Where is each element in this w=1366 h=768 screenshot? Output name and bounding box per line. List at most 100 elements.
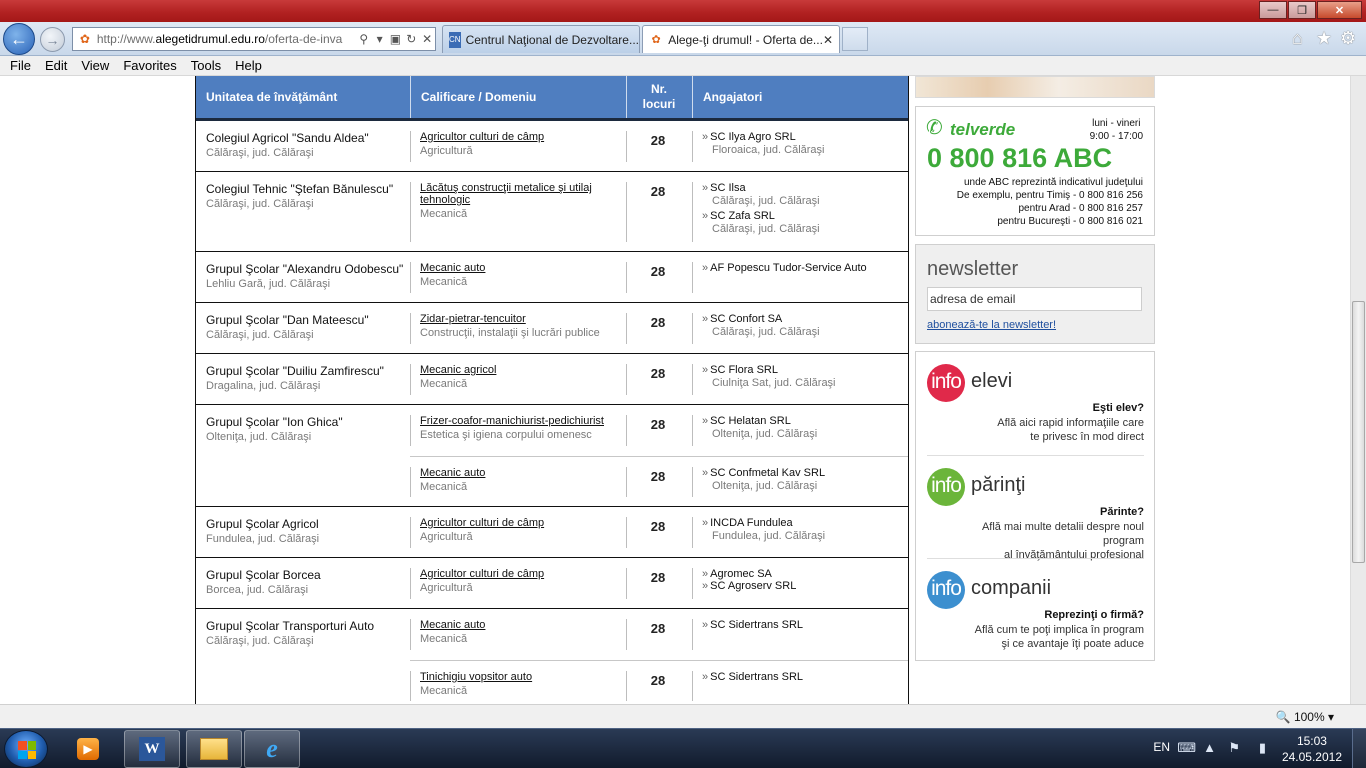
ie-taskbar-button[interactable]: e bbox=[244, 730, 300, 768]
info-parinti-title[interactable]: părinţi bbox=[971, 474, 1025, 497]
qualification-link[interactable]: Tinichigiu vopsitor auto bbox=[420, 671, 620, 683]
qualification-group: Mecanic auto Mecanică 28 » SC Sidertrans SRL… bbox=[410, 609, 908, 704]
qualification-link[interactable]: Mecanic auto bbox=[420, 262, 620, 274]
school-location: Dragalina, jud. Călăraşi bbox=[206, 380, 321, 392]
info-elevi-title[interactable]: elevi bbox=[971, 370, 1012, 393]
qualification-link[interactable]: Agricultor culturi de câmp bbox=[420, 131, 620, 143]
qualification-group: Agricultor culturi de câmp Agricultură 28 »… bbox=[410, 507, 908, 558]
qualification-row: Agricultor culturi de câmp Agricultură 28 »… bbox=[410, 121, 908, 172]
table-row: Grupul Şcolar "Duiliu Zamfirescu" Dragali… bbox=[196, 354, 908, 405]
places-count: 28 bbox=[650, 621, 666, 636]
qualification-row: Mecanic auto Mecanică 28 » AF Popescu Tudor-… bbox=[410, 252, 908, 303]
telverde-box: ✆ telverde luni - vineri 9:00 - 17:00 0 … bbox=[915, 106, 1155, 236]
qualification-link[interactable]: Mecanic auto bbox=[420, 619, 620, 631]
forward-button[interactable]: → bbox=[40, 27, 65, 52]
tools-gear-icon[interactable]: ⚙ bbox=[1340, 28, 1356, 49]
column-divider bbox=[692, 619, 693, 650]
menu-help[interactable]: Help bbox=[228, 58, 269, 73]
tab-label: Centrul Naţional de Dezvoltare... bbox=[465, 32, 639, 47]
scrollbar-thumb[interactable] bbox=[1352, 301, 1365, 563]
info-elevi-block[interactable]: info elevi Eşti elev? Află aici rapid in… bbox=[927, 352, 1144, 452]
qualification-link[interactable]: Zidar-pietrar-tencuitor bbox=[420, 313, 620, 325]
column-divider bbox=[692, 568, 693, 599]
refresh-icon[interactable]: ↻ bbox=[403, 32, 419, 46]
qualification-cell: Frizer-coafor-manichiurist-pedichiurist E… bbox=[420, 415, 620, 441]
dropdown-arrow-icon[interactable]: ▾ bbox=[372, 32, 388, 46]
back-button[interactable]: ← bbox=[3, 23, 35, 55]
newsletter-subscribe-link[interactable]: abonează-te la newsletter! bbox=[927, 319, 1056, 331]
qualification-row: Frizer-coafor-manichiurist-pedichiurist E… bbox=[410, 405, 908, 456]
qualification-domain: Agricultură bbox=[420, 145, 473, 157]
info-companii-title[interactable]: companii bbox=[971, 577, 1051, 600]
new-tab-button[interactable] bbox=[842, 27, 868, 51]
menu-edit[interactable]: Edit bbox=[38, 58, 74, 73]
battery-icon[interactable]: ▮ bbox=[1259, 740, 1266, 756]
school-cell: Grupul Şcolar "Duiliu Zamfirescu" Dragali… bbox=[206, 364, 406, 392]
email-field[interactable]: adresa de email bbox=[927, 287, 1142, 311]
word-taskbar-button[interactable]: W bbox=[124, 730, 180, 768]
tab-favicon-icon: ✿ bbox=[651, 33, 661, 46]
menu-file[interactable]: File bbox=[3, 58, 38, 73]
tab-centrul-national[interactable]: CN Centrul Naţional de Dezvoltare... bbox=[442, 25, 640, 53]
qualification-domain: Agricultură bbox=[420, 582, 473, 594]
explorer-taskbar-button[interactable] bbox=[186, 730, 242, 768]
show-desktop-button[interactable] bbox=[1352, 729, 1366, 768]
zoom-level[interactable]: 🔍 100% ▾ bbox=[1276, 710, 1334, 724]
header-places-line1: Nr. bbox=[650, 82, 667, 96]
menu-bar: File Edit View Favorites Tools Help bbox=[0, 56, 1366, 76]
tray-expand-icon[interactable]: ▲ bbox=[1203, 740, 1216, 755]
telverde-note: De exemplu, pentru Timiş - 0 800 816 256 bbox=[956, 190, 1143, 201]
employer-name-text: SC Agroserv SRL bbox=[710, 580, 797, 592]
media-player-taskbar-button[interactable]: ▶ bbox=[60, 730, 116, 768]
tab-alege-ti-drumul[interactable]: ✿ Alege-ţi drumul! - Oferta de... ✕ bbox=[642, 25, 840, 53]
keyboard-icon[interactable]: ⌨ bbox=[1177, 740, 1196, 756]
zoom-value: 100% bbox=[1293, 710, 1325, 724]
vertical-scrollbar[interactable] bbox=[1350, 76, 1366, 704]
places-count: 28 bbox=[650, 469, 666, 484]
address-bar[interactable]: ✿ http://www.alegetidrumul.edu.ro/oferta… bbox=[72, 27, 436, 51]
search-icon[interactable]: ⚲ bbox=[356, 32, 372, 46]
clock[interactable]: 15:03 24.05.2012 bbox=[1282, 733, 1342, 765]
minimize-button[interactable]: — bbox=[1259, 1, 1287, 19]
compatibility-view-icon[interactable]: ▣ bbox=[388, 32, 404, 46]
qualification-cell: Zidar-pietrar-tencuitor Construcţii, inst… bbox=[420, 313, 620, 339]
home-icon[interactable]: ⌂ bbox=[1292, 28, 1303, 49]
address-url[interactable]: http://www.alegetidrumul.edu.ro/oferta-d… bbox=[97, 32, 356, 46]
info-companii-block[interactable]: info companii Reprezinţi o firmă? Află c… bbox=[927, 558, 1144, 658]
qualification-link[interactable]: Lăcătuş construcţii metalice şi utilaj t… bbox=[420, 182, 620, 206]
close-window-button[interactable]: ✕ bbox=[1317, 1, 1362, 19]
employers-cell: » SC Flora SRL Ciulniţa Sat, jud. Călăraşi bbox=[702, 364, 912, 392]
school-name: Colegiul Tehnic "Ştefan Bănulescu" bbox=[206, 182, 394, 196]
stop-icon[interactable]: ✕ bbox=[419, 32, 435, 46]
media-player-icon: ▶ bbox=[77, 738, 99, 760]
table-header: Unitatea de învăţământ Calificare / Dome… bbox=[196, 76, 908, 121]
employer-location: Olteniţa, jud. Călăraşi bbox=[712, 480, 818, 492]
info-desc-line: te privesc în mod direct bbox=[1030, 431, 1144, 443]
info-parinti-block[interactable]: info părinţi Părinte? Află mai multe det… bbox=[927, 455, 1144, 561]
qualification-link[interactable]: Agricultor culturi de câmp bbox=[420, 568, 620, 580]
column-divider bbox=[692, 364, 693, 395]
language-indicator[interactable]: EN bbox=[1153, 740, 1170, 754]
close-tab-icon[interactable]: ✕ bbox=[823, 33, 833, 47]
places-count: 28 bbox=[650, 184, 666, 199]
network-icon[interactable]: ⚑ bbox=[1228, 740, 1240, 756]
menu-favorites[interactable]: Favorites bbox=[116, 58, 183, 73]
qualification-link[interactable]: Mecanic agricol bbox=[420, 364, 620, 376]
favorites-star-icon[interactable]: ★ bbox=[1316, 28, 1332, 49]
qualification-link[interactable]: Mecanic auto bbox=[420, 467, 620, 479]
places-count: 28 bbox=[650, 673, 666, 688]
qualification-link[interactable]: Agricultor culturi de câmp bbox=[420, 517, 620, 529]
menu-view[interactable]: View bbox=[74, 58, 116, 73]
menu-tools[interactable]: Tools bbox=[184, 58, 228, 73]
header-qualification: Calificare / Domeniu bbox=[421, 90, 537, 104]
qualification-row: Mecanic agricol Mecanică 28 » SC Flora SRL Ci… bbox=[410, 354, 908, 405]
telverde-notes: unde ABC reprezintă indicativul judeţulu… bbox=[957, 176, 1143, 228]
table-row: Grupul Şcolar "Alexandru Odobescu" Lehliu… bbox=[196, 252, 908, 303]
places-count: 28 bbox=[650, 366, 666, 381]
column-divider bbox=[692, 671, 693, 701]
start-button[interactable] bbox=[4, 730, 48, 768]
restore-button[interactable]: ❐ bbox=[1288, 1, 1316, 19]
employers-cell: » INCDA Fundulea Fundulea, jud. Călăraşi bbox=[702, 517, 912, 545]
qualification-link[interactable]: Frizer-coafor-manichiurist-pedichiurist bbox=[420, 415, 620, 427]
telverde-logo: telverde bbox=[950, 120, 1016, 139]
